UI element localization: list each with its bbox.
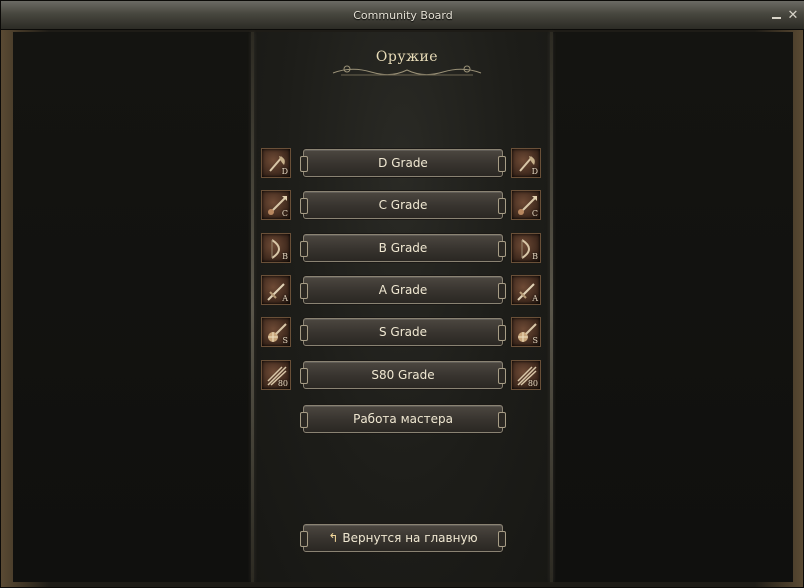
- mace-icon: S: [511, 317, 541, 347]
- titlebar[interactable]: Community Board ✕: [1, 1, 804, 30]
- grade-button-label: S Grade: [378, 325, 428, 339]
- grade-glyph: A: [532, 294, 538, 303]
- grade-button-c[interactable]: C Grade: [300, 191, 506, 219]
- master-work-button[interactable]: Работа мастера: [300, 405, 506, 433]
- sword-icon: A: [261, 275, 291, 305]
- section-title: Оружие: [375, 49, 439, 65]
- grade-button-d[interactable]: D Grade: [300, 149, 506, 177]
- mace-icon: S: [261, 317, 291, 347]
- grade-button-b[interactable]: B Grade: [300, 234, 506, 262]
- grade-glyph: D: [531, 167, 538, 176]
- grade-button-label: C Grade: [378, 198, 428, 212]
- back-label: Вернутся на главную: [342, 531, 478, 545]
- grade-button-label: A Grade: [378, 283, 428, 297]
- grade-glyph: 80: [527, 379, 538, 388]
- right-divider: [550, 32, 553, 582]
- sword-icon: A: [511, 275, 541, 305]
- section-header: Оружие: [331, 46, 483, 80]
- grade-glyph: 80: [277, 379, 288, 388]
- grade-glyph: B: [282, 252, 288, 261]
- bow-icon: B: [261, 233, 291, 263]
- left-divider: [251, 32, 254, 582]
- claw-icon: 80: [261, 360, 291, 390]
- right-panel: [555, 32, 793, 582]
- spear-icon: C: [511, 190, 541, 220]
- grade-glyph: S: [532, 336, 538, 345]
- back-arrow-icon: ↰: [328, 531, 339, 545]
- bow-icon: B: [511, 233, 541, 263]
- minimize-button[interactable]: [771, 10, 783, 22]
- center-panel: [251, 32, 553, 582]
- axe-icon: D: [511, 148, 541, 178]
- grade-glyph: S: [282, 336, 288, 345]
- grade-button-80[interactable]: S80 Grade: [300, 361, 506, 389]
- grade-glyph: D: [281, 167, 288, 176]
- grade-button-s[interactable]: S Grade: [300, 318, 506, 346]
- claw-icon: 80: [511, 360, 541, 390]
- window-title: Community Board: [353, 9, 453, 22]
- grade-glyph: A: [282, 294, 288, 303]
- axe-icon: D: [261, 148, 291, 178]
- grade-button-label: D Grade: [378, 156, 428, 170]
- back-to-main-button[interactable]: ↰ Вернутся на главную: [300, 524, 506, 552]
- grade-button-label: S80 Grade: [371, 368, 435, 382]
- grade-button-label: B Grade: [378, 241, 428, 255]
- grade-glyph: C: [531, 209, 538, 218]
- close-button[interactable]: ✕: [787, 9, 799, 22]
- left-panel: [13, 32, 251, 582]
- spear-icon: C: [261, 190, 291, 220]
- grade-glyph: B: [532, 252, 538, 261]
- master-work-label: Работа мастера: [353, 412, 453, 426]
- board-content: Оружие D D D Grade C C C Grade B B B Grade A A A Gr…: [13, 32, 793, 582]
- grade-button-a[interactable]: A Grade: [300, 276, 506, 304]
- grade-glyph: C: [281, 209, 288, 218]
- community-board-window: Community Board ✕ Оружие D D D Grade C C C Gr…: [0, 0, 804, 588]
